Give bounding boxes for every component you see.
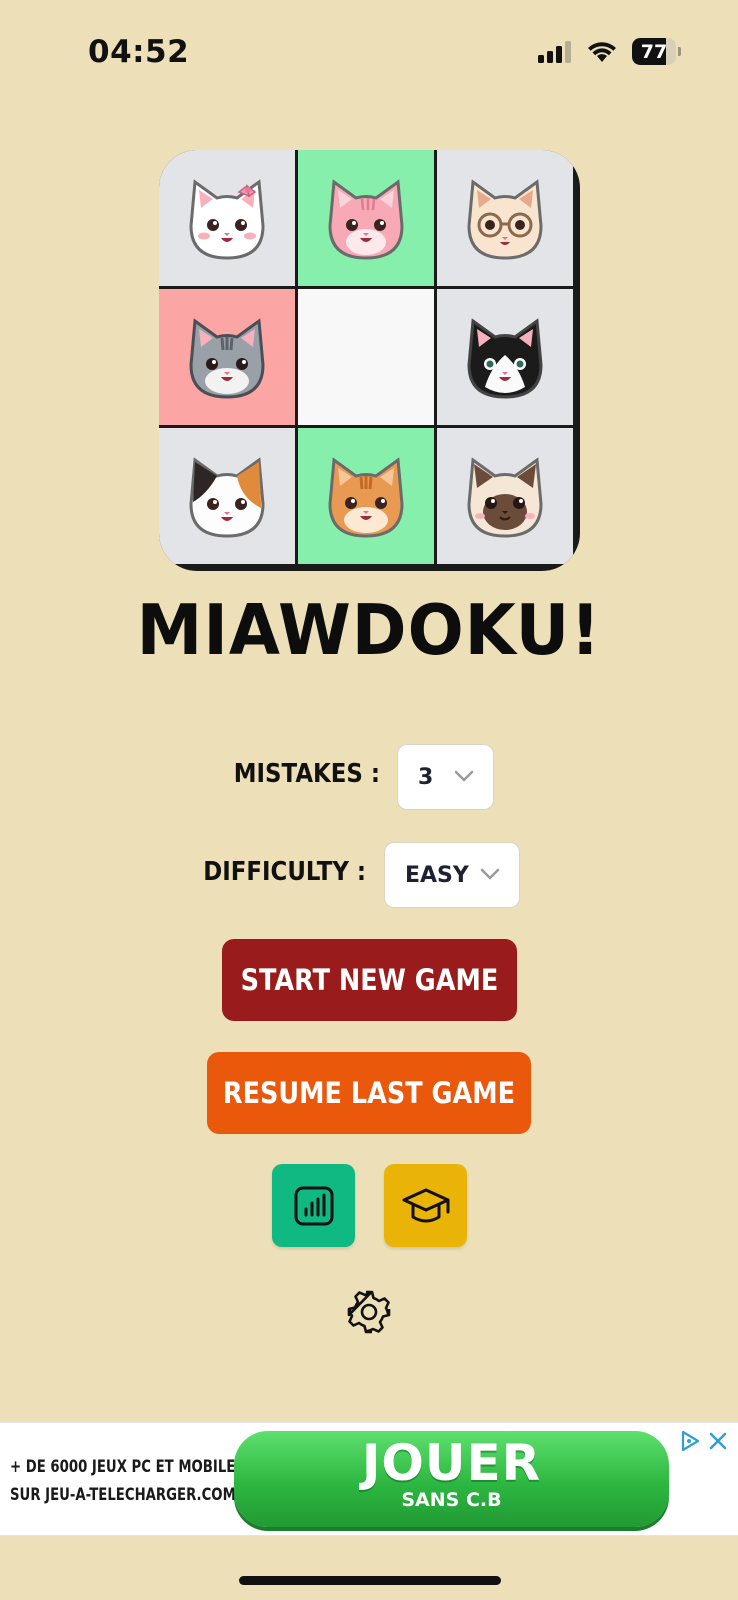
cat-sudoku-preview-grid (159, 150, 580, 571)
ad-cta-main: JOUER (361, 1434, 542, 1492)
grid-cell (298, 150, 434, 286)
grid-cell (159, 289, 295, 425)
orange-tabby-cat-icon (328, 457, 404, 538)
ad-play-button[interactable]: JOUER SANS C.B (234, 1431, 669, 1527)
start-new-game-button[interactable]: START NEW GAME (222, 939, 517, 1021)
gray-tabby-cat-icon (189, 318, 265, 399)
difficulty-value: EASY (405, 862, 469, 888)
calico-cat-icon (189, 457, 265, 538)
grid-cell (437, 289, 573, 425)
siamese-cat-icon (467, 457, 543, 538)
ad-banner[interactable]: + DE 6000 JEUX PC ET MOBILE SUR JEU-A-TE… (0, 1422, 738, 1536)
grid-cell (437, 428, 573, 564)
gear-icon[interactable] (346, 1289, 392, 1335)
bar-chart-icon (294, 1186, 333, 1225)
learn-button[interactable] (384, 1164, 467, 1247)
resume-last-game-button[interactable]: RESUME LAST GAME (207, 1052, 531, 1134)
resume-last-game-label: RESUME LAST GAME (222, 1076, 516, 1110)
chevron-down-icon (454, 770, 474, 782)
tuxedo-cat-icon (467, 318, 543, 399)
grid-cell (437, 150, 573, 286)
grid-cell-empty (298, 289, 434, 425)
stats-button[interactable] (272, 1164, 355, 1247)
home-screen: 04:52 77 MIAWDOKU! MISTAKES: 3 DIFFICUL… (0, 0, 738, 1600)
cream-cat-with-glasses-icon (467, 179, 543, 260)
status-icons: 77 (538, 38, 681, 65)
difficulty-select[interactable]: EASY (384, 842, 520, 908)
mistakes-select[interactable]: 3 (397, 744, 494, 810)
graduation-cap-icon (402, 1188, 449, 1222)
wifi-icon (588, 41, 616, 62)
home-indicator[interactable] (239, 1576, 501, 1585)
white-cat-with-bow-icon (189, 179, 265, 260)
app-title: MIAWDOKU! (136, 590, 602, 671)
start-new-game-label: START NEW GAME (240, 963, 499, 997)
chevron-down-icon (480, 868, 500, 880)
grid-cell (159, 150, 295, 286)
grid-cell (159, 428, 295, 564)
pink-tabby-cat-icon (328, 179, 404, 260)
difficulty-label: DIFFICULTY : (203, 857, 366, 887)
status-time: 04:52 (88, 34, 190, 70)
close-icon[interactable] (706, 1429, 730, 1453)
ad-cta-sub: SANS C.B (401, 1489, 502, 1511)
battery-level: 77 (640, 40, 668, 63)
cellular-signal-icon (538, 40, 571, 63)
mistakes-value: 3 (418, 764, 434, 790)
battery-icon: 77 (632, 38, 681, 65)
ad-text-line-1: + DE 6000 JEUX PC ET MOBILE (10, 1457, 236, 1477)
mistakes-label: MISTAKES : (233, 759, 380, 789)
ad-text-line-2: SUR JEU-A-TELECHARGER.COM (10, 1485, 236, 1505)
adchoices-icon[interactable] (678, 1429, 702, 1453)
grid-cell (298, 428, 434, 564)
